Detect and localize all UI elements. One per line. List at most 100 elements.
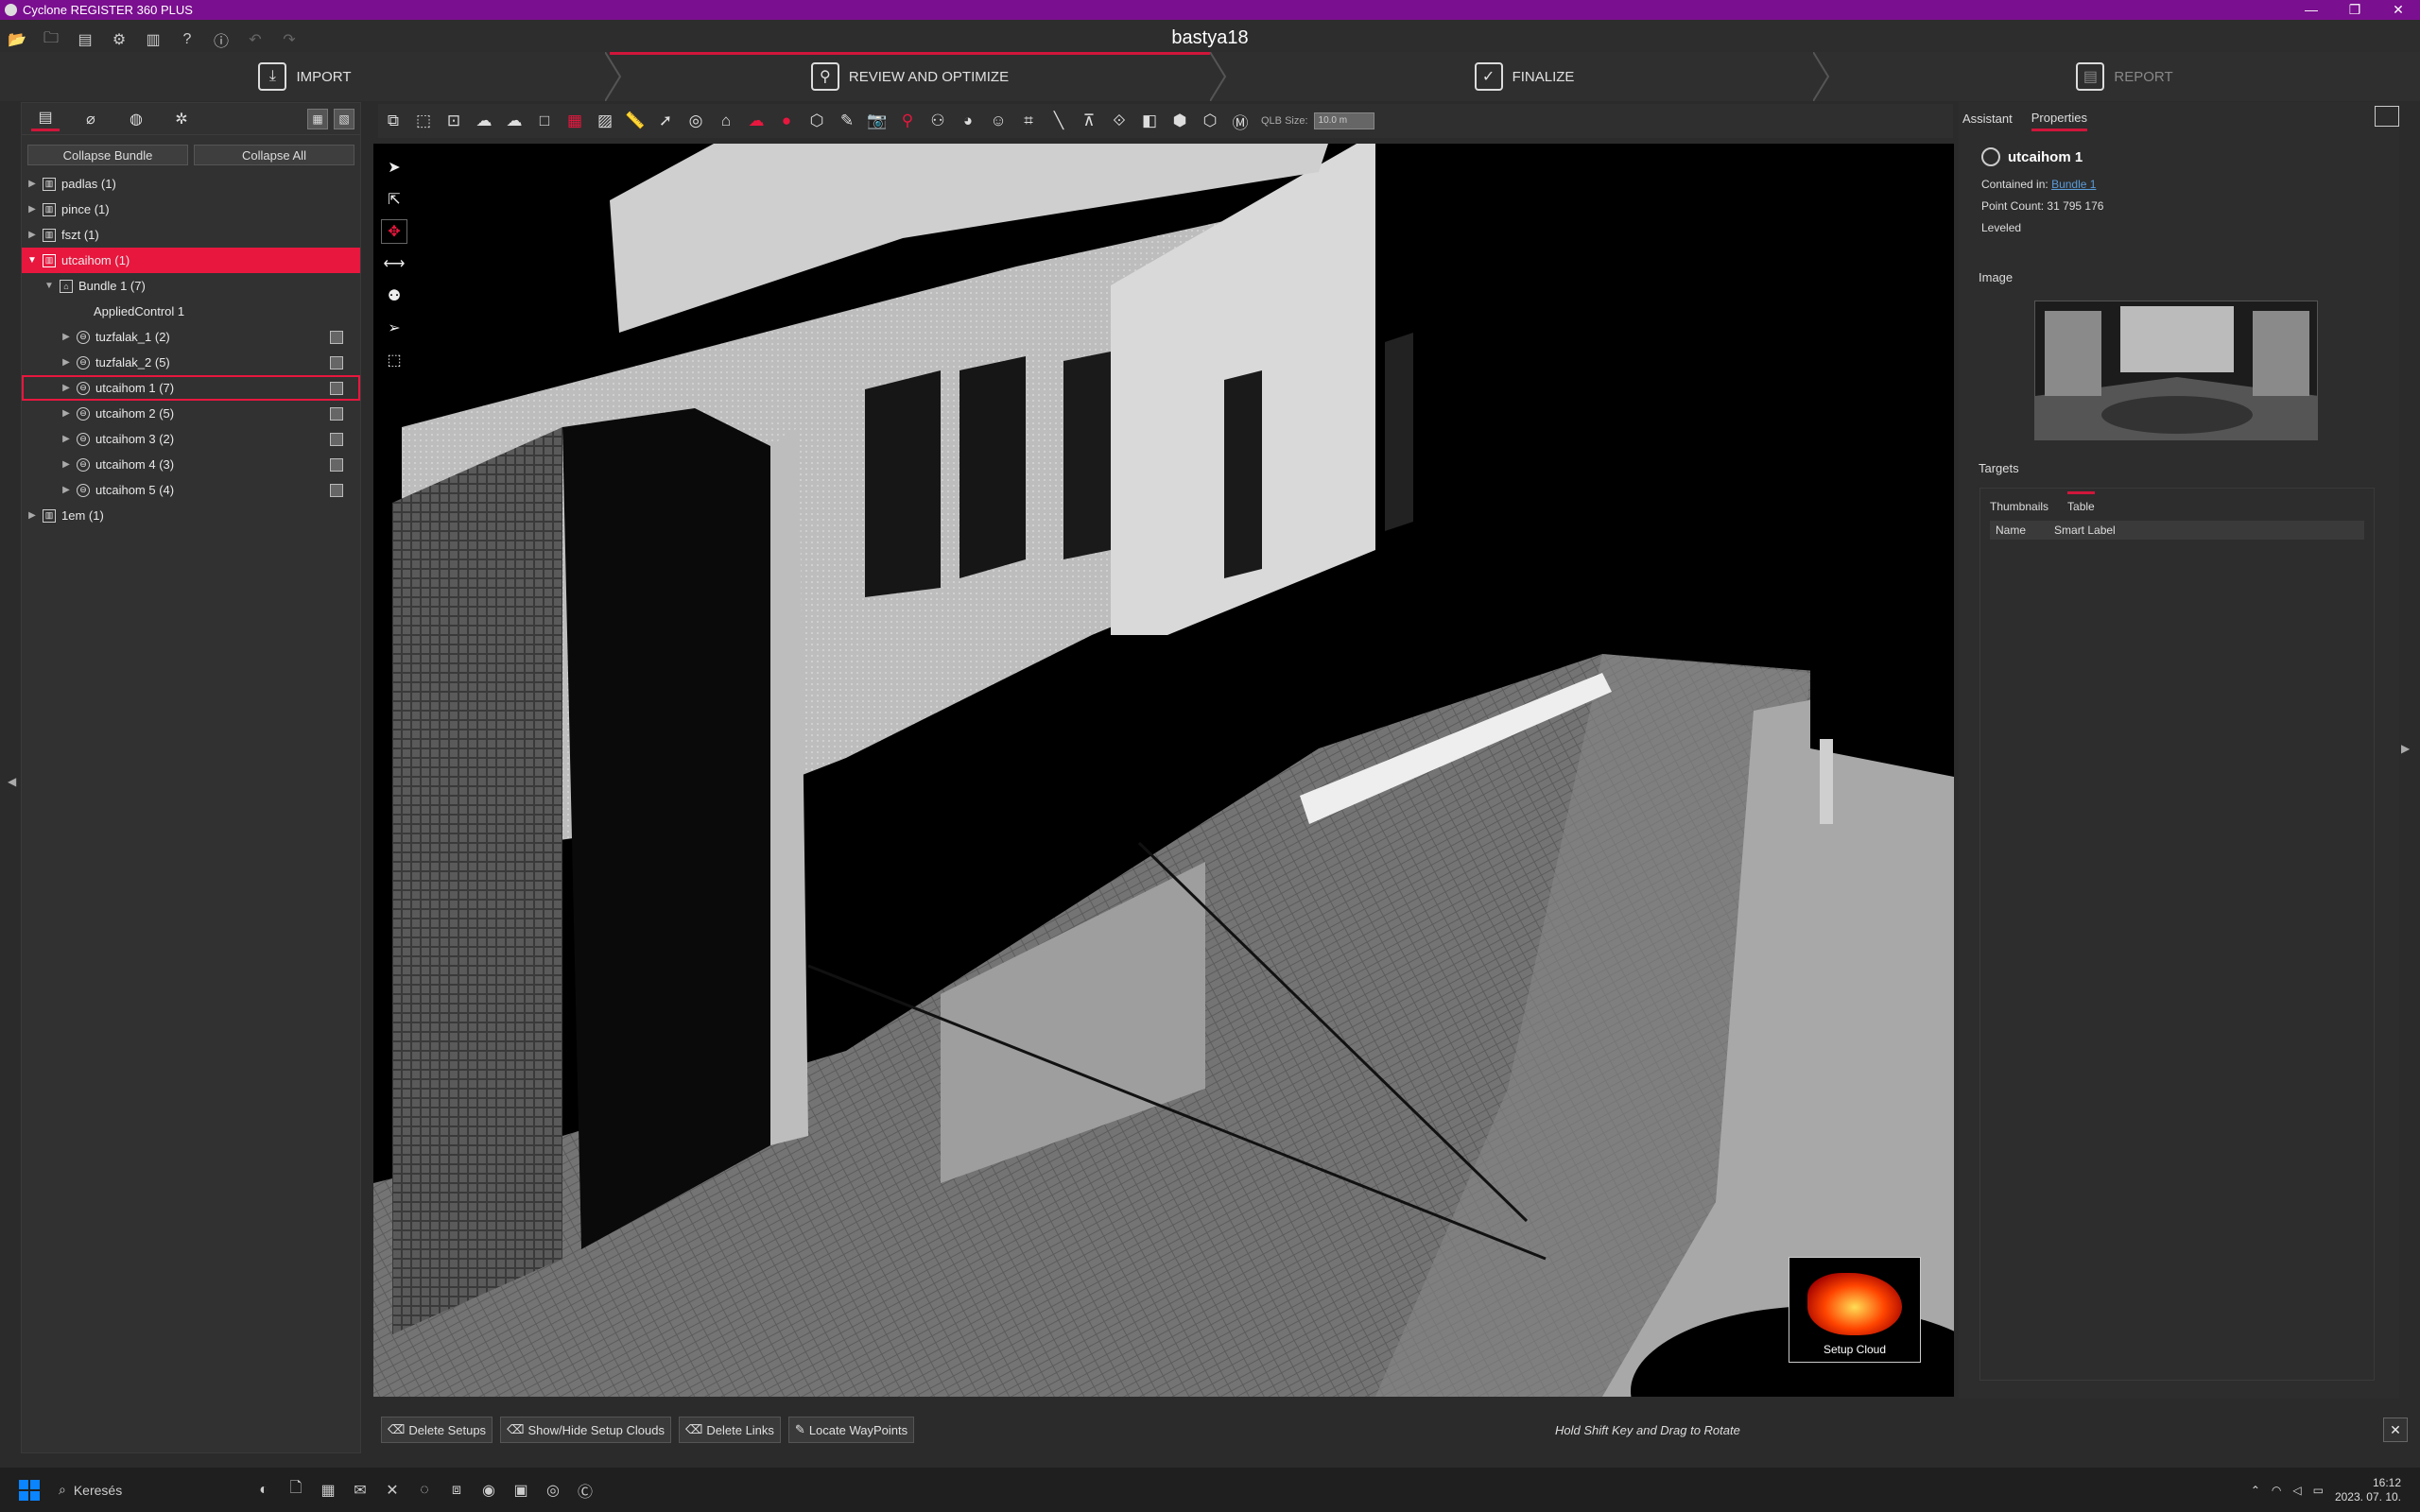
tree-item-1em[interactable]: ▶ ▥ 1em (1)	[22, 503, 360, 528]
step-report[interactable]: ▤ REPORT	[1829, 52, 2420, 101]
crop-icon[interactable]: ⌗	[1013, 107, 1044, 135]
tree-item-setup[interactable]: ▶ ⊖ utcaihom 3 (2)	[22, 426, 360, 452]
contained-in-link[interactable]: Bundle 1	[2051, 178, 2096, 191]
help-icon[interactable]: ?	[170, 26, 204, 54]
expand-arrow-icon[interactable]: ▶	[26, 230, 39, 240]
navigate-icon[interactable]: ➢	[381, 316, 407, 340]
tree-item-fszt[interactable]: ▶ ▥ fszt (1)	[22, 222, 360, 248]
tree-view-tab-icon[interactable]: ▤	[31, 107, 60, 131]
tree-item-pince[interactable]: ▶ ▥ pince (1)	[22, 197, 360, 222]
tab-properties[interactable]: Properties	[2031, 111, 2087, 131]
tree-item-padlas[interactable]: ▶ ▥ padlas (1)	[22, 171, 360, 197]
expand-arrow-icon[interactable]: ▶	[60, 459, 73, 470]
image-icon[interactable]	[330, 330, 343, 344]
targets-tab-icon[interactable]: ✲	[167, 107, 196, 131]
open-project-icon[interactable]: 📂	[0, 26, 34, 54]
clock[interactable]: 16:12 2023. 07. 10.	[2335, 1476, 2401, 1504]
chrome-icon[interactable]: ◉	[473, 1474, 505, 1506]
line-tool-icon[interactable]: ╲	[1044, 107, 1074, 135]
polygon-icon[interactable]: ⬡	[802, 107, 832, 135]
map-icon[interactable]: Ⓜ	[1225, 107, 1255, 135]
box-view-icon[interactable]: ⬚	[381, 348, 407, 372]
tree-item-setup[interactable]: ▶ ⊖ utcaihom 5 (4)	[22, 477, 360, 503]
cube-outline-icon[interactable]: ⬡	[1195, 107, 1225, 135]
globe-tab-icon[interactable]: ◍	[122, 107, 150, 131]
panorama-thumbnail[interactable]	[2034, 301, 2318, 440]
image-icon[interactable]	[330, 381, 343, 395]
maximize-button[interactable]: ❐	[2333, 2, 2377, 18]
store-icon[interactable]: ⧈	[441, 1474, 473, 1506]
excel-icon[interactable]: ✕	[376, 1474, 408, 1506]
cyclone-register-icon[interactable]: ◎	[537, 1474, 569, 1506]
layers-icon[interactable]: ◧	[1134, 107, 1165, 135]
measure-icon[interactable]: 📏	[620, 107, 650, 135]
expand-arrow-icon[interactable]: ▶	[26, 204, 39, 215]
battery-icon[interactable]: ▭	[2313, 1484, 2324, 1497]
image-icon[interactable]	[330, 483, 343, 497]
cube-view-icon[interactable]: ⬢	[1165, 107, 1195, 135]
image-icon[interactable]	[330, 355, 343, 369]
expand-arrow-icon[interactable]: ▶	[60, 434, 73, 444]
database-icon[interactable]: ▥	[136, 26, 170, 54]
distance-icon[interactable]: ⟷	[381, 251, 407, 276]
delete-setups-button[interactable]: ⌫ Delete Setups	[381, 1417, 493, 1443]
chevron-up-icon[interactable]: ⌃	[2251, 1484, 2260, 1497]
expand-arrow-icon[interactable]: ▶	[26, 510, 39, 521]
widgets-icon[interactable]: ◐	[248, 1474, 280, 1506]
tree-item-setup[interactable]: ▶ ⊖ utcaihom 2 (5)	[22, 401, 360, 426]
cloud-layer-icon[interactable]: ☁	[499, 107, 529, 135]
outlook-icon[interactable]: ✉	[344, 1474, 376, 1506]
save-app-icon[interactable]: ▣	[505, 1474, 537, 1506]
folder-icon[interactable]: 🗀	[34, 26, 68, 54]
collapse-right-panel-icon[interactable]: ▶	[2401, 742, 2410, 755]
close-bar-button[interactable]: ✕	[2383, 1418, 2408, 1442]
camera-icon[interactable]: 📷	[862, 107, 892, 135]
select-plus-icon[interactable]: ⇱	[381, 187, 407, 212]
select-arrow-icon[interactable]: ➤	[381, 155, 407, 180]
locate-waypoints-button[interactable]: ✎ Locate WayPoints	[787, 1417, 915, 1443]
undo-icon[interactable]: ↶	[238, 26, 272, 54]
edge-icon[interactable]: ◌	[408, 1474, 441, 1506]
point-cloud-viewport[interactable]: ➤ ⇱ ✥ ⟷ ⚉ ➢ ⬚ Setup Cloud	[373, 144, 1954, 1397]
save-icon[interactable]: ▤	[68, 26, 102, 54]
taskbar-search[interactable]: ⌕ Keresés	[59, 1475, 248, 1505]
collapse-all-button[interactable]: Collapse All	[194, 145, 354, 165]
collapse-bundle-button[interactable]: Collapse Bundle	[27, 145, 188, 165]
show-hide-setup-clouds-button[interactable]: ⌫ Show/Hide Setup Clouds	[500, 1417, 671, 1443]
expand-arrow-icon[interactable]: ▶	[60, 332, 73, 342]
expand-arrow-icon[interactable]: ▶	[60, 408, 73, 419]
setup-cloud-thumbnail[interactable]: Setup Cloud	[1789, 1257, 1921, 1363]
collapse-arrow-icon[interactable]: ▼	[26, 255, 39, 266]
fit-all-icon[interactable]: ⧉	[378, 107, 408, 135]
cloud-visible-icon[interactable]: ☁	[741, 107, 771, 135]
file-icon[interactable]: 🗋	[280, 1474, 312, 1506]
head-icon[interactable]: ☺	[983, 107, 1013, 135]
image-icon[interactable]	[330, 457, 343, 472]
cloud-overlap-icon[interactable]: ☁	[469, 107, 499, 135]
info-icon[interactable]: ⓘ	[204, 26, 238, 54]
redo-icon[interactable]: ↷	[272, 26, 306, 54]
tree-item-setup[interactable]: ▶ ⊖ tuzfalak_2 (5)	[22, 350, 360, 375]
tree-item-utcaihom[interactable]: ▼ ▥ utcaihom (1)	[22, 248, 360, 273]
wifi-icon[interactable]: ◠	[2272, 1484, 2281, 1497]
minimize-button[interactable]: —	[2290, 2, 2333, 18]
expand-arrow-icon[interactable]: ▶	[26, 179, 39, 189]
tree-item-setup[interactable]: ▶ ⊖ utcaihom 1 (7)	[22, 375, 360, 401]
image-icon[interactable]	[330, 432, 343, 446]
transform-icon[interactable]: ⟐	[1104, 107, 1134, 135]
walk-icon[interactable]: ⚉	[381, 284, 407, 308]
level-icon[interactable]: ⊼	[1074, 107, 1104, 135]
tree-item-bundle[interactable]: ▼ ⌂ Bundle 1 (7)	[22, 273, 360, 299]
collapse-left-panel-icon[interactable]: ◀	[8, 775, 16, 788]
tree-item-setup[interactable]: ▶ ⊖ utcaihom 4 (3)	[22, 452, 360, 477]
tab-assistant[interactable]: Assistant	[1962, 112, 2013, 126]
step-review-and-optimize[interactable]: ⚲ REVIEW AND OPTIMIZE	[610, 52, 1210, 101]
person-link-icon[interactable]: ⚇	[923, 107, 953, 135]
column-name[interactable]: Name	[1996, 524, 2026, 537]
zoom-extents-icon[interactable]: ⊡	[439, 107, 469, 135]
collapse-arrow-icon[interactable]: ▼	[43, 281, 56, 291]
filter-tree-icon[interactable]: ▧	[334, 108, 354, 129]
expand-arrow-icon[interactable]: ▶	[60, 357, 73, 368]
target-icon[interactable]: ◎	[681, 107, 711, 135]
calendar-icon[interactable]: ▦	[312, 1474, 344, 1506]
